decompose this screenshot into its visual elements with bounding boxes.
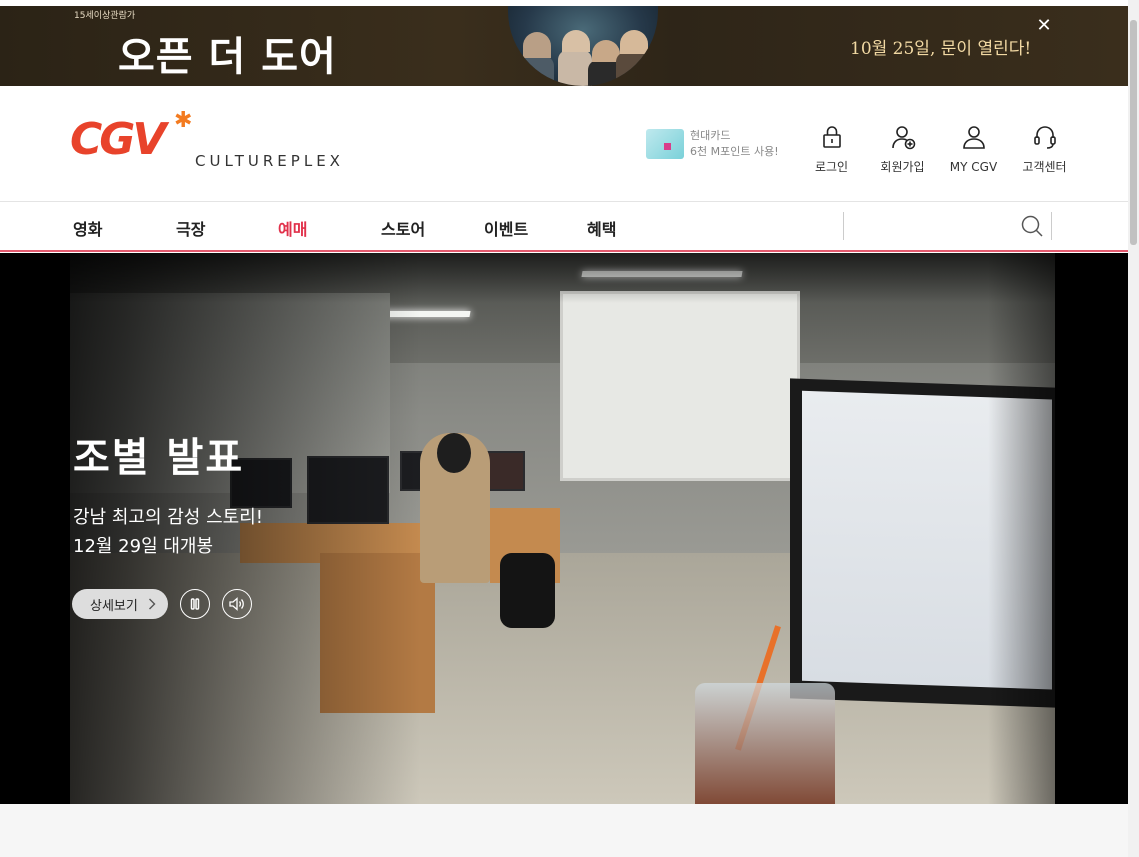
credit-card-icon <box>646 129 684 159</box>
card-promo-line1: 현대카드 <box>690 129 731 142</box>
login-button[interactable]: 로그인 <box>796 124 867 175</box>
nav-item-movies[interactable]: 영화 <box>73 216 102 240</box>
search-box <box>843 212 1052 240</box>
mute-button[interactable] <box>221 589 252 619</box>
user-icon <box>962 126 985 149</box>
pause-icon <box>190 598 200 610</box>
nav-item-store[interactable]: 스토어 <box>381 216 425 240</box>
logo-text: CGV <box>70 114 166 165</box>
hero-banner: 조별 발표 강남 최고의 감성 스토리! 12월 29일 대개봉 상세보기 <box>0 253 1128 804</box>
my-cgv-button[interactable]: MY CGV <box>938 124 1009 175</box>
ad-movie-title: 오픈 더 도어 <box>118 33 337 80</box>
detail-button-label: 상세보기 <box>90 598 138 614</box>
chevron-right-icon <box>148 598 156 610</box>
ad-rating-label: 15세이상관람가 <box>74 11 136 21</box>
nav-item-booking[interactable]: 예매 <box>278 216 307 240</box>
speaker-icon <box>229 597 244 611</box>
ad-banner[interactable]: 15세이상관람가 오픈 더 도어 10월 25일, 문이 열린다! ✕ <box>0 6 1128 86</box>
hero-title: 조별 발표 <box>73 435 245 481</box>
nav-item-theaters[interactable]: 극장 <box>176 216 205 240</box>
ad-tagline: 10월 25일, 문이 열린다! <box>850 39 1032 59</box>
customer-center-label: 고객센터 <box>1022 160 1067 174</box>
hero-subtitle-line2: 12월 29일 대개봉 <box>73 536 214 557</box>
page-scrollbar[interactable] <box>1128 0 1139 857</box>
search-input[interactable] <box>850 214 1010 238</box>
card-promo-text: 현대카드 6천 M포인트 사용! <box>690 128 779 160</box>
hero-subtitle-line1: 강남 최고의 감성 스토리! <box>73 507 263 528</box>
headset-icon <box>1033 126 1056 149</box>
logo-star-icon: ✱ <box>174 108 193 133</box>
customer-center-button[interactable]: 고객센터 <box>1009 124 1080 175</box>
nav-item-events[interactable]: 이벤트 <box>484 216 528 240</box>
hero-controls: 상세보기 <box>72 589 252 619</box>
search-icon[interactable] <box>1020 214 1044 238</box>
signup-button[interactable]: 회원가입 <box>867 124 938 175</box>
my-cgv-label: MY CGV <box>949 160 998 174</box>
ad-poster-image <box>508 6 658 86</box>
user-add-icon <box>891 126 915 150</box>
signup-label: 회원가입 <box>880 160 925 174</box>
logo-subtitle: CULTUREPLEX <box>195 152 344 170</box>
card-promo-line2: 6천 M포인트 사용! <box>690 145 779 158</box>
pause-button[interactable] <box>179 589 210 619</box>
nav-item-benefits[interactable]: 혜택 <box>587 216 616 240</box>
main-nav: 영화 극장 예매 스토어 이벤트 혜택 <box>0 201 1128 252</box>
detail-button[interactable]: 상세보기 <box>72 589 168 619</box>
ad-close-icon[interactable]: ✕ <box>1034 16 1054 36</box>
cgv-logo[interactable]: CGV ✱ <box>70 108 192 165</box>
content-area <box>0 804 1128 857</box>
lock-icon <box>822 126 841 148</box>
hero-subtitle: 강남 최고의 감성 스토리! 12월 29일 대개봉 <box>73 503 263 561</box>
scrollbar-thumb[interactable] <box>1130 20 1137 245</box>
user-menu: 로그인 회원가입 MY CGV 고객센터 <box>796 124 1080 175</box>
card-promo-link[interactable]: 현대카드 6천 M포인트 사용! <box>646 128 779 160</box>
login-label: 로그인 <box>814 160 849 174</box>
site-header: CGV ✱ CULTUREPLEX 현대카드 6천 M포인트 사용! 로그인 회… <box>0 86 1128 201</box>
